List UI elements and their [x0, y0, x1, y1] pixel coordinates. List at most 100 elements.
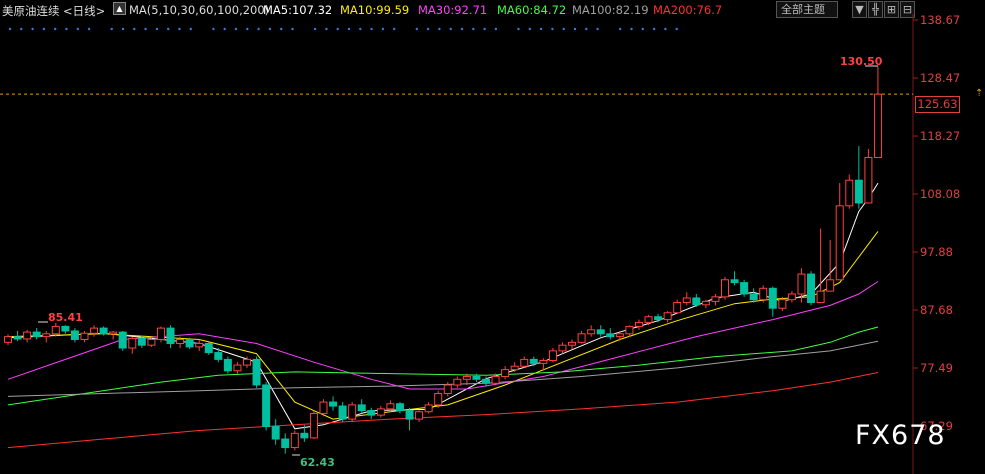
event-marker	[144, 27, 147, 31]
candle-body	[128, 337, 137, 349]
candle-body	[873, 93, 882, 158]
event-marker	[42, 27, 46, 31]
candle-body	[826, 279, 835, 292]
candle-body	[405, 410, 414, 420]
candle-body	[300, 432, 309, 439]
candle-body	[634, 321, 643, 327]
candle-body	[348, 404, 357, 420]
candle-body	[395, 403, 404, 412]
event-marker	[347, 27, 351, 31]
candle-body	[357, 404, 366, 412]
candle-body	[386, 403, 395, 410]
event-marker	[325, 27, 328, 31]
candlestick-chart[interactable]	[0, 0, 985, 474]
candle-body	[424, 404, 433, 413]
ma-line-ma100	[7, 340, 879, 397]
price-flag-icon: ⇡	[975, 88, 984, 99]
event-marker	[359, 27, 362, 31]
candle-body	[290, 432, 299, 449]
candle-body	[462, 375, 471, 380]
candle-body	[233, 364, 242, 372]
event-marker	[178, 27, 181, 31]
event-marker	[76, 27, 80, 31]
candle-body	[42, 333, 51, 338]
candle-body	[577, 333, 586, 343]
y-tick-label: 118.27	[920, 129, 961, 144]
chart-stage: 美原油连续 <日线> ▲ MA(5,10,30,60,100,200) MA5:…	[0, 0, 985, 474]
event-marker	[65, 27, 68, 31]
event-marker	[675, 27, 678, 31]
candle-body	[835, 205, 844, 281]
candle-body	[768, 287, 777, 309]
event-marker	[539, 27, 543, 31]
event-marker	[415, 27, 418, 31]
candle-body	[309, 412, 318, 439]
event-marker	[528, 27, 531, 31]
candle-body	[61, 325, 70, 332]
event-marker	[370, 27, 373, 31]
candle-body	[271, 426, 280, 440]
event-marker	[426, 27, 430, 31]
candle-body	[137, 337, 146, 346]
candle-body	[367, 410, 376, 416]
candle-body	[472, 375, 481, 380]
candle-body	[118, 331, 127, 349]
event-marker	[31, 27, 34, 31]
peak-left-label: 85.41	[48, 311, 83, 324]
candle-body	[147, 338, 156, 346]
event-marker	[246, 27, 249, 31]
candle-body	[329, 401, 338, 407]
event-marker	[212, 27, 215, 31]
candle-body	[482, 378, 490, 384]
event-marker	[393, 27, 396, 31]
event-marker	[336, 27, 339, 31]
candle-body	[319, 401, 328, 414]
candle-body	[816, 290, 825, 304]
current-price-box: 125.63	[915, 96, 960, 113]
candle-body	[32, 331, 41, 338]
event-marker	[155, 27, 159, 31]
candle-body	[262, 384, 271, 428]
candle-body	[730, 279, 739, 284]
candle-body	[673, 302, 682, 314]
candle-body	[682, 297, 691, 304]
event-marker	[630, 27, 633, 31]
event-marker	[483, 27, 486, 31]
event-marker	[562, 27, 565, 31]
candle-body	[214, 352, 223, 360]
candle-body	[166, 327, 175, 344]
candle-body	[90, 327, 99, 334]
candle-body	[740, 282, 749, 295]
ma-line-ma5	[7, 182, 879, 430]
event-marker	[551, 27, 554, 31]
candle-body	[243, 358, 251, 366]
candle-body	[443, 384, 452, 395]
candle-body	[70, 330, 79, 340]
event-marker	[641, 27, 644, 31]
candle-body	[644, 316, 653, 323]
event-marker	[20, 27, 23, 31]
event-marker	[133, 27, 136, 31]
candle-body	[13, 336, 22, 340]
candle-body	[415, 411, 424, 420]
candle-body	[845, 179, 854, 207]
event-marker	[438, 27, 441, 31]
event-marker	[121, 27, 125, 31]
candle-body	[223, 358, 232, 372]
candle-body	[548, 350, 557, 362]
event-marker	[291, 27, 294, 31]
candle-body	[711, 296, 720, 302]
candle-body	[558, 344, 567, 352]
candle-body	[252, 358, 261, 386]
ma-line-ma200	[7, 372, 879, 449]
event-marker	[449, 27, 452, 31]
event-marker	[223, 27, 226, 31]
event-marker	[494, 27, 498, 31]
y-tick-label: 77.49	[920, 360, 953, 375]
candle-body	[99, 327, 108, 335]
high-label: 130.50	[840, 55, 883, 68]
ma-line-ma30	[7, 281, 879, 390]
candle-body	[807, 273, 816, 304]
candle-body	[109, 331, 118, 335]
event-marker	[280, 27, 283, 31]
